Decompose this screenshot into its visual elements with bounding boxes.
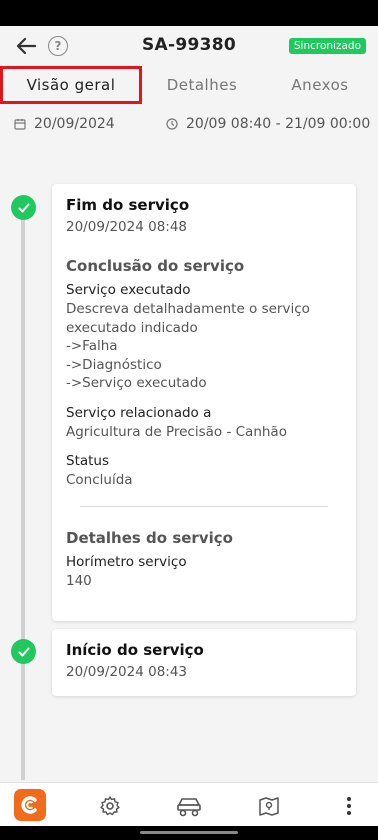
bottom-nav	[0, 782, 378, 826]
field-label: Serviço relacionado a	[66, 404, 212, 421]
settings-icon[interactable]	[95, 791, 125, 821]
section-details-title: Detalhes do serviço	[66, 528, 233, 547]
timeline-card-end: Fim do serviço 20/09/2024 08:48 Conclusã…	[52, 184, 356, 621]
card-title: Início do serviço	[66, 641, 204, 659]
field-value: Concluída	[66, 472, 133, 488]
tab-bar: Visão geral Detalhes Anexos	[0, 66, 378, 104]
field-label: Serviço executado	[66, 282, 191, 298]
service-info-row: 20/09/2024 20/09 08:40 - 21/09 00:00	[0, 110, 378, 140]
service-time-range: 20/09 08:40 - 21/09 00:00	[166, 116, 370, 132]
clock-icon	[166, 118, 178, 130]
section-conclusion-title: Conclusão do serviço	[66, 257, 245, 275]
card-date: 20/09/2024 08:48	[66, 219, 188, 235]
field-value: 140	[66, 572, 92, 589]
more-icon[interactable]	[334, 791, 364, 821]
check-icon	[11, 639, 36, 664]
service-date: 20/09/2024	[14, 116, 115, 132]
status-bar	[0, 0, 378, 26]
logo-icon[interactable]	[14, 789, 46, 821]
app-header: ? SA-99380 Sincronizado	[0, 26, 378, 66]
timeline-line	[21, 216, 25, 780]
field-value: Descreva detalhadamente o serviço execut…	[66, 301, 310, 391]
calendar-icon	[14, 119, 26, 130]
field-value: Agricultura de Precisão - Canhão	[66, 423, 287, 440]
tab-overview[interactable]: Visão geral	[0, 66, 142, 104]
check-icon	[11, 195, 36, 220]
field-label: Status	[66, 453, 110, 469]
service-date-text: 20/09/2024	[34, 116, 115, 132]
field-label: Horímetro serviço	[66, 553, 187, 570]
gesture-pill[interactable]	[140, 831, 238, 834]
tab-details[interactable]: Detalhes	[142, 66, 262, 104]
system-gesture-bar	[0, 826, 378, 840]
machinery-icon[interactable]	[174, 791, 204, 821]
timeline-card-start: Início do serviço 20/09/2024 08:43	[52, 629, 356, 696]
card-title: Fim do serviço	[66, 196, 190, 214]
service-time-range-text: 20/09 08:40 - 21/09 00:00	[186, 116, 371, 132]
divider	[80, 505, 328, 507]
card-date: 20/09/2024 08:43	[66, 664, 188, 680]
map-icon[interactable]	[254, 791, 284, 821]
sync-status-badge: Sincronizado	[288, 38, 366, 54]
tab-attachments[interactable]: Anexos	[262, 66, 378, 104]
